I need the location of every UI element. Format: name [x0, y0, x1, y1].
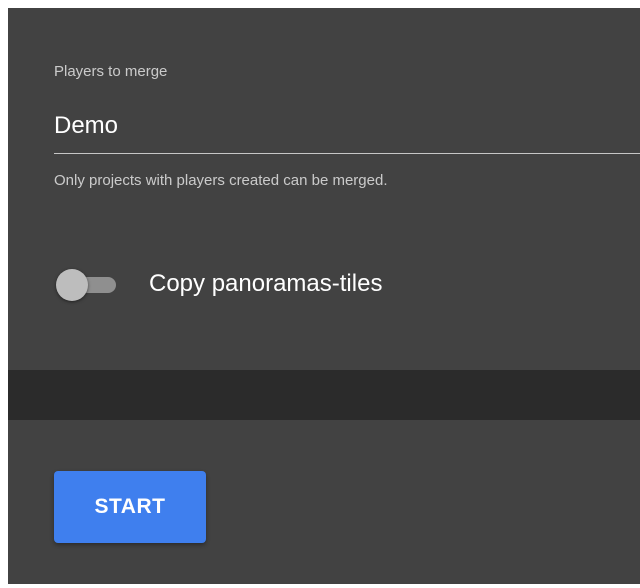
players-to-merge-label: Players to merge	[54, 63, 168, 80]
dialog-frame: Players to merge Demo Only projects with…	[8, 8, 640, 584]
merge-options-card: Players to merge Demo Only projects with…	[8, 8, 640, 370]
copy-panoramas-tiles-toggle[interactable]	[50, 265, 126, 305]
section-divider	[8, 370, 640, 420]
actions-card: START	[8, 420, 640, 584]
toggle-thumb	[56, 269, 88, 301]
start-button[interactable]: START	[54, 471, 206, 543]
players-to-merge-select[interactable]: Demo	[54, 112, 118, 140]
copy-panoramas-tiles-label: Copy panoramas-tiles	[149, 270, 383, 297]
players-field-underline	[54, 153, 640, 154]
players-field-hint: Only projects with players created can b…	[54, 172, 388, 189]
